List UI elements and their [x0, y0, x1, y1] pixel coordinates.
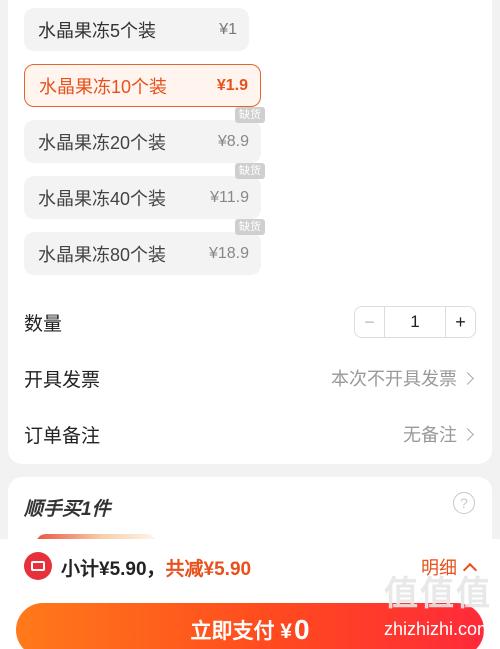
subtotal-text: 小计¥5.90， — [61, 559, 166, 580]
out-of-stock-badge: 缺货 — [235, 219, 265, 235]
sku-label: 水晶果冻40个装 — [38, 188, 167, 209]
decrease-button[interactable]: − — [355, 307, 385, 337]
invoice-label: 开具发票 — [24, 369, 101, 391]
sku-option-10[interactable]: 水晶果冻10个装 ¥1.9 — [24, 64, 261, 107]
reduction-text: 共减¥5.90 — [165, 559, 252, 580]
watermark-url: zhizhizhi.com — [383, 619, 492, 639]
sku-option-80[interactable]: 水晶果冻80个装 ¥18.9 缺货 — [24, 219, 265, 275]
quantity-value[interactable]: 1 — [385, 312, 445, 332]
quantity-stepper: − 1 + — [354, 306, 476, 338]
addon-title: 顺手买1件 — [24, 499, 111, 520]
out-of-stock-badge: 缺货 — [235, 163, 265, 179]
site-watermark: 值值值 zhizhizhi.com — [352, 566, 492, 640]
invoice-value: 本次不开具发票 — [331, 369, 457, 389]
sku-price: ¥1.9 — [216, 76, 248, 94]
sku-label: 水晶果冻20个装 — [38, 132, 167, 153]
sku-price: ¥18.9 — [208, 244, 249, 262]
remark-row[interactable]: 订单备注 无备注 — [24, 418, 476, 450]
sku-option-40[interactable]: 水晶果冻40个装 ¥11.9 缺货 — [24, 163, 265, 219]
invoice-row[interactable]: 开具发票 本次不开具发票 — [24, 362, 476, 394]
sku-label: 水晶果冻5个装 — [38, 20, 157, 41]
out-of-stock-badge: 缺货 — [235, 107, 265, 123]
pay-label: 立即支付 ¥ — [190, 620, 292, 643]
subtotal-summary: 小计¥5.90， 共减¥5.90 — [61, 554, 251, 581]
quantity-label: 数量 — [24, 313, 63, 335]
sku-price: ¥11.9 — [210, 188, 249, 206]
pay-amount: 0 — [293, 614, 310, 645]
sku-label: 水晶果冻80个装 — [38, 244, 167, 265]
quantity-row: 数量 − 1 + — [24, 306, 476, 338]
remark-label: 订单备注 — [24, 425, 101, 447]
watermark-logo: 值值值 — [384, 575, 492, 613]
chevron-right-icon — [461, 427, 474, 441]
increase-button[interactable]: + — [445, 307, 475, 337]
coupon-icon — [24, 552, 52, 580]
remark-value: 无备注 — [403, 425, 457, 445]
sku-price: ¥8.9 — [217, 132, 249, 150]
chevron-right-icon — [461, 371, 474, 385]
sku-option-5[interactable]: 水晶果冻5个装 ¥1 — [24, 8, 249, 51]
help-icon[interactable]: ? — [453, 492, 475, 514]
sku-option-20[interactable]: 水晶果冻20个装 ¥8.9 缺货 — [24, 107, 265, 163]
sku-price: ¥1 — [219, 20, 237, 38]
sku-label: 水晶果冻10个装 — [39, 76, 168, 97]
